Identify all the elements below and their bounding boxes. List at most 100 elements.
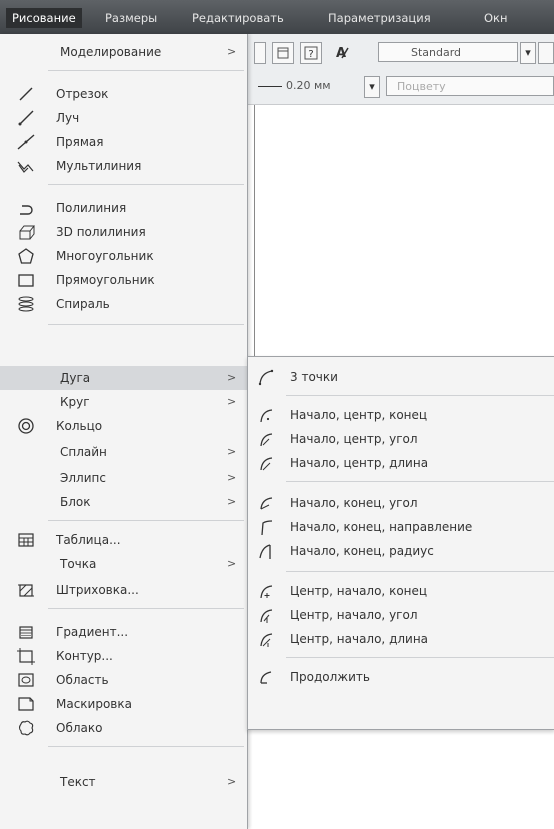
chevron-right-icon: > <box>227 775 237 788</box>
polygon-icon <box>18 248 34 264</box>
arc-3point-icon <box>258 369 274 386</box>
color-combo[interactable]: Поцвету <box>386 76 554 96</box>
3d-polyline-icon <box>19 225 36 240</box>
menu-item-polygon[interactable]: Многоугольник <box>0 244 247 268</box>
menu-modify[interactable]: Редактировать <box>186 8 290 28</box>
help-button[interactable]: ? <box>300 42 322 64</box>
menu-item-line[interactable]: Отрезок <box>0 82 247 106</box>
menu-item-label: Область <box>56 673 109 687</box>
menu-item-spline[interactable]: Сплайн > <box>0 440 247 464</box>
submenu-item-label: 3 точки <box>290 370 338 384</box>
rectangle-icon <box>18 274 34 287</box>
polyline-icon <box>20 205 33 215</box>
menu-item-rectangle[interactable]: Прямоугольник <box>0 268 247 292</box>
submenu-separator <box>286 657 554 658</box>
arc-start-center-end-icon <box>260 409 273 423</box>
menu-item-text[interactable]: Текст > <box>0 770 247 794</box>
menu-item-label: Сплайн <box>60 445 107 459</box>
menu-parametric[interactable]: Параметризация <box>322 8 437 28</box>
menu-separator <box>48 184 244 185</box>
submenu-item-label: Начало, конец, направление <box>290 520 473 534</box>
menu-item-ray[interactable]: Луч <box>0 106 247 130</box>
submenu-item-3point[interactable]: 3 точки <box>248 365 554 389</box>
menu-dimensions[interactable]: Размеры <box>99 8 163 28</box>
submenu-item-center-start-end[interactable]: Центр, начало, конец <box>248 579 554 603</box>
table-style-button[interactable] <box>272 42 294 64</box>
helix-icon <box>18 296 34 312</box>
menu-window[interactable]: Окн <box>478 8 514 28</box>
menu-item-ellipse[interactable]: Эллипс > <box>0 466 247 490</box>
submenu-item-start-center-end[interactable]: Начало, центр, конец <box>248 403 554 427</box>
lineweight-combo[interactable]: 0.20 мм <box>254 76 358 96</box>
table-icon <box>277 47 289 59</box>
hatch-icon <box>18 584 34 597</box>
submenu-item-continue[interactable]: Продолжить <box>248 665 554 689</box>
menu-item-label: Контур... <box>56 649 113 663</box>
submenu-item-start-end-radius[interactable]: Начало, конец, радиус <box>248 539 554 563</box>
submenu-item-label: Начало, конец, угол <box>290 496 418 510</box>
arc-submenu: 3 точки Начало, центр, конец Начало, цен… <box>247 356 554 730</box>
submenu-item-start-center-length[interactable]: Начало, центр, длина <box>248 451 554 475</box>
menu-item-donut[interactable]: Кольцо <box>0 414 247 438</box>
chevron-right-icon: > <box>227 395 237 408</box>
menu-item-label: Моделирование <box>60 45 162 59</box>
drawing-line <box>254 105 255 375</box>
menu-item-wipeout[interactable]: Маскировка <box>0 692 247 716</box>
chevron-right-icon: > <box>227 45 237 58</box>
arc-start-end-radius-icon <box>259 544 271 559</box>
menu-item-polyline[interactable]: Полилиния <box>0 196 247 220</box>
text-style-combo[interactable]: Standard <box>378 42 518 62</box>
menu-item-block[interactable]: Блок > <box>0 490 247 514</box>
menu-separator <box>48 520 244 521</box>
menu-separator <box>48 608 244 609</box>
menu-item-label: Кольцо <box>56 419 103 433</box>
menu-item-label: Градиент... <box>56 625 129 639</box>
menu-item-arc[interactable]: Дуга > <box>0 366 247 390</box>
submenu-item-center-start-angle[interactable]: Центр, начало, угол <box>248 603 554 627</box>
menu-item-modeling[interactable]: Моделирование > <box>0 40 247 64</box>
text-style-button[interactable]: A <box>332 42 352 62</box>
menu-item-3dpolyline[interactable]: 3D полилиния <box>0 220 247 244</box>
menu-item-gradient[interactable]: Градиент... <box>0 620 247 644</box>
line-icon <box>19 87 33 101</box>
menu-item-circle[interactable]: Круг > <box>0 390 247 414</box>
menu-item-point[interactable]: Точка > <box>0 552 247 576</box>
submenu-item-start-end-direction[interactable]: Начало, конец, направление <box>248 515 554 539</box>
menu-item-revcloud[interactable]: Облако <box>0 716 247 740</box>
chevron-right-icon: > <box>227 557 237 570</box>
menu-item-region[interactable]: Область <box>0 668 247 692</box>
menu-item-label: Таблица... <box>56 533 121 547</box>
menu-item-label: Точка <box>60 557 97 571</box>
lineweight-dropdown[interactable]: ▾ <box>364 76 380 98</box>
submenu-item-start-end-angle[interactable]: Начало, конец, угол <box>248 491 554 515</box>
submenu-item-label: Начало, центр, угол <box>290 432 418 446</box>
chevron-right-icon: > <box>227 371 237 384</box>
menu-item-xline[interactable]: Прямая <box>0 130 247 154</box>
arc-center-start-angle-icon <box>260 609 273 623</box>
menu-separator <box>48 324 244 325</box>
menu-item-label: Облако <box>56 721 103 735</box>
cloud-icon <box>18 720 34 736</box>
menu-item-helix[interactable]: Спираль <box>0 292 247 316</box>
submenu-item-center-start-length[interactable]: Центр, начало, длина <box>248 627 554 651</box>
arc-continue-icon <box>260 671 272 684</box>
arc-start-end-angle-icon <box>260 497 273 510</box>
chevron-down-icon: ▾ <box>369 80 375 93</box>
menu-item-multiline[interactable]: Мультилиния <box>0 154 247 178</box>
text-style-icon: A <box>336 46 349 61</box>
svg-text:?: ? <box>308 49 313 60</box>
menu-item-label: 3D полилиния <box>56 225 146 239</box>
table-icon <box>18 533 34 547</box>
toolbar-button-1[interactable] <box>254 42 266 64</box>
menu-item-boundary[interactable]: Контур... <box>0 644 247 668</box>
menu-item-table[interactable]: Таблица... <box>0 528 247 552</box>
submenu-item-label: Начало, центр, конец <box>290 408 428 422</box>
toolbar-button-more[interactable] <box>538 42 554 64</box>
arc-center-start-end-icon <box>260 585 273 599</box>
submenu-item-start-center-angle[interactable]: Начало, центр, угол <box>248 427 554 451</box>
text-style-dropdown[interactable]: ▾ <box>520 42 536 64</box>
arc-center-start-length-icon <box>260 633 273 647</box>
menu-item-hatch[interactable]: Штриховка... <box>0 578 247 602</box>
menu-draw[interactable]: Рисование <box>6 8 82 28</box>
chevron-right-icon: > <box>227 445 237 458</box>
